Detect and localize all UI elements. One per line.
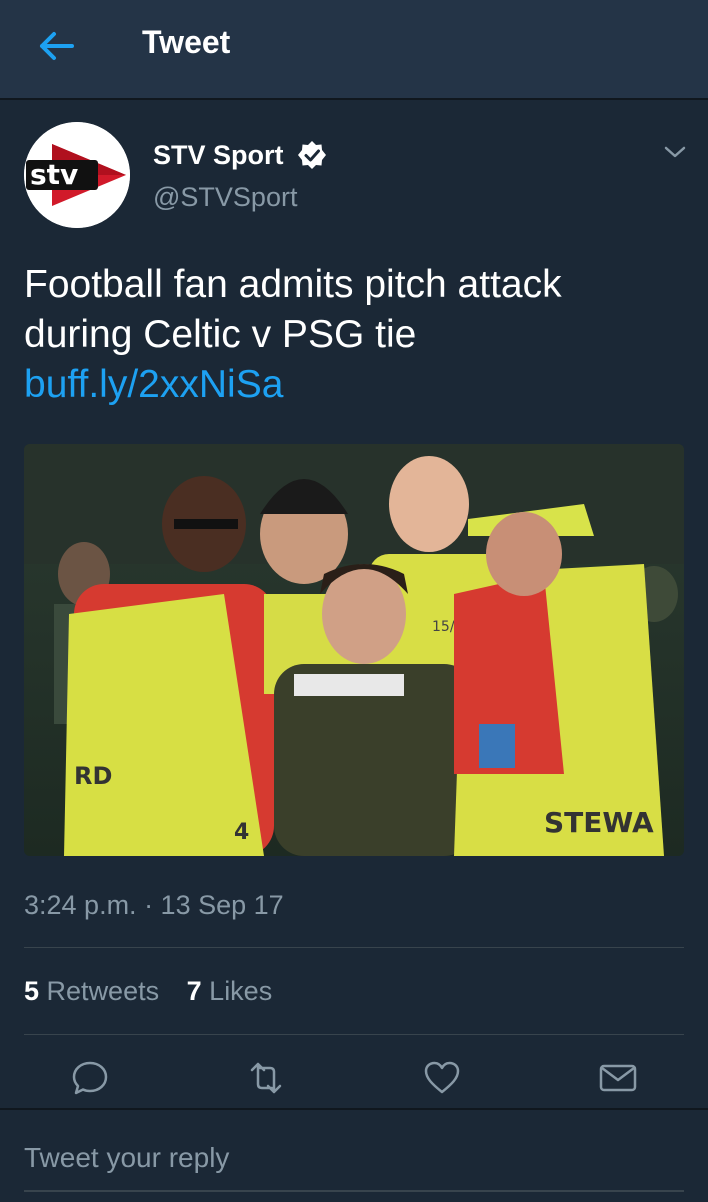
direct-message-icon[interactable] <box>598 1058 638 1098</box>
stv-logo-icon: stv <box>24 122 130 228</box>
author-handle[interactable]: @STVSport <box>153 182 297 213</box>
likes-stat[interactable]: 7 Likes <box>187 976 273 1006</box>
reply-icon[interactable] <box>70 1058 110 1098</box>
reply-input[interactable] <box>24 1138 684 1178</box>
chevron-down-icon[interactable] <box>660 140 690 164</box>
likes-count: 7 <box>186 976 202 1006</box>
photo-image: RD 4 15/18 STEWA <box>24 444 684 856</box>
tweet-actions <box>0 1058 708 1108</box>
tweet-text-body: Football fan admits pitch attack during … <box>24 263 562 356</box>
verified-badge-icon <box>298 141 326 169</box>
tweet-timestamp: 3:24 p.m. · 13 Sep 17 <box>24 890 284 920</box>
likes-label: Likes <box>209 976 273 1006</box>
photo-text-steward: STEWA <box>544 806 654 839</box>
top-bar: Tweet <box>0 0 708 100</box>
page-title: Tweet <box>142 24 231 60</box>
like-icon[interactable] <box>422 1058 462 1098</box>
photo-text-number: 4 <box>234 820 249 845</box>
tweet-link[interactable]: buff.ly/2xxNiSa <box>24 363 283 406</box>
avatar-logo-text: stv <box>30 158 78 191</box>
divider <box>24 1034 684 1035</box>
author-name[interactable]: STV Sport <box>153 140 284 171</box>
retweets-label: Retweets <box>46 976 160 1006</box>
back-arrow-icon[interactable] <box>36 26 76 66</box>
tweet-text: Football fan admits pitch attack during … <box>24 260 664 410</box>
reply-underline <box>24 1190 684 1192</box>
reply-bar <box>0 1108 708 1202</box>
tweet-card: stv STV Sport @STVSport Football fan adm… <box>0 100 708 1108</box>
tweet-photo[interactable]: RD 4 15/18 STEWA <box>24 444 684 856</box>
retweets-count: 5 <box>24 976 40 1006</box>
retweets-stat[interactable]: 5 Retweets <box>24 976 159 1006</box>
retweet-icon[interactable] <box>246 1058 286 1098</box>
divider <box>24 947 684 948</box>
avatar[interactable]: stv <box>24 122 130 228</box>
tweet-stats: 5 Retweets 7 Likes <box>24 976 292 1007</box>
photo-text-rd: RD <box>74 762 112 790</box>
